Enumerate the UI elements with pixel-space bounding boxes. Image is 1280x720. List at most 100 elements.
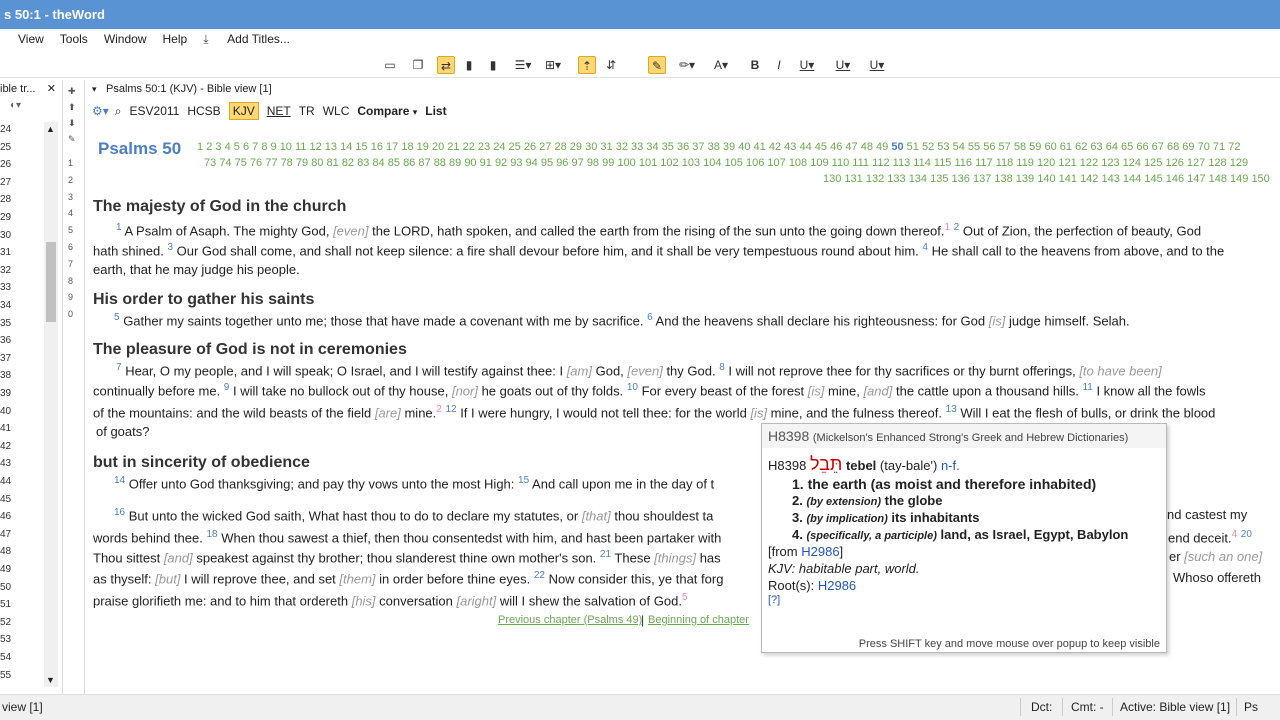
chapter-link[interactable]: 18 xyxy=(401,141,413,153)
chapter-link[interactable]: 137 xyxy=(973,173,991,185)
chapter-link[interactable]: 79 xyxy=(296,157,308,169)
collapse-icon[interactable]: ▾ xyxy=(92,80,97,98)
chapter-link[interactable]: 130 xyxy=(823,173,841,185)
chapter-link[interactable]: 72 xyxy=(1228,141,1240,153)
chapter-link[interactable]: 12 xyxy=(309,141,321,153)
chapter-link[interactable]: 22 xyxy=(463,141,475,153)
verse-number[interactable]: 18 xyxy=(206,529,217,540)
chapter-link[interactable]: 49 xyxy=(876,141,888,153)
chapter-link[interactable]: 61 xyxy=(1060,141,1072,153)
popup-help-link[interactable]: [?] xyxy=(768,594,780,606)
tree-item-number[interactable]: 38 xyxy=(0,370,11,381)
chapter-link[interactable]: 17 xyxy=(386,141,398,153)
chapter-link[interactable]: 95 xyxy=(541,157,553,169)
chapter-link[interactable]: 36 xyxy=(677,141,689,153)
chapter-link[interactable]: 93 xyxy=(510,157,522,169)
tree-item-number[interactable]: 28 xyxy=(0,194,11,205)
chapter-link[interactable]: 63 xyxy=(1090,141,1102,153)
tree-item-number[interactable]: 52 xyxy=(0,617,11,628)
tree-item-number[interactable]: 40 xyxy=(0,406,11,417)
chapter-link[interactable]: 19 xyxy=(417,141,429,153)
chapter-link[interactable]: 5 xyxy=(234,141,240,153)
chapter-link[interactable]: 1 xyxy=(197,141,203,153)
underline-wavy-icon[interactable]: U▾ xyxy=(868,56,886,74)
chapter-link[interactable]: 26 xyxy=(524,141,536,153)
chapter-link[interactable]: 35 xyxy=(662,141,674,153)
chapter-link[interactable]: 11 xyxy=(295,141,306,153)
chapter-link[interactable]: 119 xyxy=(1016,157,1034,169)
tree-item-number[interactable]: 47 xyxy=(0,529,11,540)
verse-number[interactable]: 5 xyxy=(114,312,120,323)
tree-item-number[interactable]: 49 xyxy=(0,564,11,575)
chapter-link[interactable]: 75 xyxy=(235,157,247,169)
chapter-link[interactable]: 52 xyxy=(922,141,934,153)
tree-item-number[interactable]: 42 xyxy=(0,441,11,452)
chapter-link[interactable]: 80 xyxy=(311,157,323,169)
chapter-link[interactable]: 106 xyxy=(746,157,764,169)
chapter-link[interactable]: 114 xyxy=(913,157,931,169)
chapter-link[interactable]: 132 xyxy=(866,173,884,185)
tree-item-number[interactable]: 24 xyxy=(0,124,11,135)
chapter-link[interactable]: 101 xyxy=(639,157,657,169)
chapter-link[interactable]: 37 xyxy=(692,141,704,153)
chapter-link[interactable]: 108 xyxy=(789,157,807,169)
chapter-link[interactable]: 85 xyxy=(388,157,400,169)
chapter-link[interactable]: 46 xyxy=(830,141,842,153)
beginning-of-chapter-link[interactable]: Beginning of chapter xyxy=(648,614,749,626)
pin-icon[interactable]: ⬆ xyxy=(68,102,76,113)
verse-number[interactable]: 8 xyxy=(719,362,725,373)
chapter-link[interactable]: 41 xyxy=(754,141,766,153)
menu-tools[interactable]: Tools xyxy=(60,32,88,46)
tree-item-number[interactable]: 26 xyxy=(0,159,11,170)
chapter-link[interactable]: 131 xyxy=(844,173,862,185)
chapter-link[interactable]: 27 xyxy=(539,141,551,153)
tree-item-number[interactable]: 34 xyxy=(0,300,11,311)
chapter-link[interactable]: 28 xyxy=(554,141,566,153)
verse-number[interactable]: 16 xyxy=(114,507,125,518)
chapter-link[interactable]: 8 xyxy=(261,141,267,153)
chapter-link[interactable]: 58 xyxy=(1014,141,1026,153)
chapter-link[interactable]: 14 xyxy=(340,141,352,153)
list-button[interactable]: List xyxy=(425,104,446,118)
tree-item-number[interactable]: 36 xyxy=(0,335,11,346)
chapter-link[interactable]: 149 xyxy=(1230,173,1248,185)
chapter-link[interactable]: 94 xyxy=(526,157,538,169)
chapter-link[interactable]: 7 xyxy=(252,141,258,153)
chapter-link[interactable]: 147 xyxy=(1187,173,1205,185)
verse-number[interactable]: 14 xyxy=(114,475,125,486)
chapter-link[interactable]: 111 xyxy=(852,157,869,169)
chapter-link[interactable]: 150 xyxy=(1251,173,1269,185)
version-hcsb[interactable]: HCSB xyxy=(187,104,220,118)
chapter-link[interactable]: 139 xyxy=(1016,173,1034,185)
chapter-link[interactable]: 9 xyxy=(271,141,277,153)
chapter-link[interactable]: 81 xyxy=(327,157,339,169)
chapter-link[interactable]: 99 xyxy=(602,157,614,169)
tree-item-number[interactable]: 43 xyxy=(0,458,11,469)
left-pane-scrollbar[interactable]: ▲ ▼ xyxy=(44,122,58,687)
chapter-link[interactable]: 83 xyxy=(357,157,369,169)
chapter-link[interactable]: 138 xyxy=(994,173,1012,185)
chapter-link[interactable]: 53 xyxy=(937,141,949,153)
tree-item-number[interactable]: 33 xyxy=(0,282,11,293)
settings-icon[interactable]: ⚙▾ xyxy=(92,104,109,118)
tree-item-number[interactable]: 48 xyxy=(0,546,11,557)
chapter-link[interactable]: 112 xyxy=(872,157,890,169)
chapter-link[interactable]: 47 xyxy=(845,141,857,153)
chapter-link[interactable]: 91 xyxy=(480,157,492,169)
tree-item-number[interactable]: 44 xyxy=(0,476,11,487)
verse-number[interactable]: 4 xyxy=(922,242,928,253)
tree-item-number[interactable]: 51 xyxy=(0,599,11,610)
chapter-link[interactable]: 118 xyxy=(996,157,1014,169)
chapter-link[interactable]: 10 xyxy=(280,141,292,153)
chapter-link[interactable]: 82 xyxy=(342,157,354,169)
chapter-link[interactable]: 50 xyxy=(891,141,903,153)
chapter-link[interactable]: 13 xyxy=(325,141,337,153)
previous-chapter-link[interactable]: Previous chapter (Psalms 49) xyxy=(498,614,642,626)
chapter-link[interactable]: 121 xyxy=(1058,157,1076,169)
chapter-link[interactable]: 123 xyxy=(1101,157,1119,169)
tree-item-number[interactable]: 55 xyxy=(0,670,11,681)
chapter-link[interactable]: 55 xyxy=(968,141,980,153)
chapter-link[interactable]: 144 xyxy=(1123,173,1141,185)
chapter-link[interactable]: 73 xyxy=(204,157,216,169)
verse-number[interactable]: 7 xyxy=(116,362,122,373)
